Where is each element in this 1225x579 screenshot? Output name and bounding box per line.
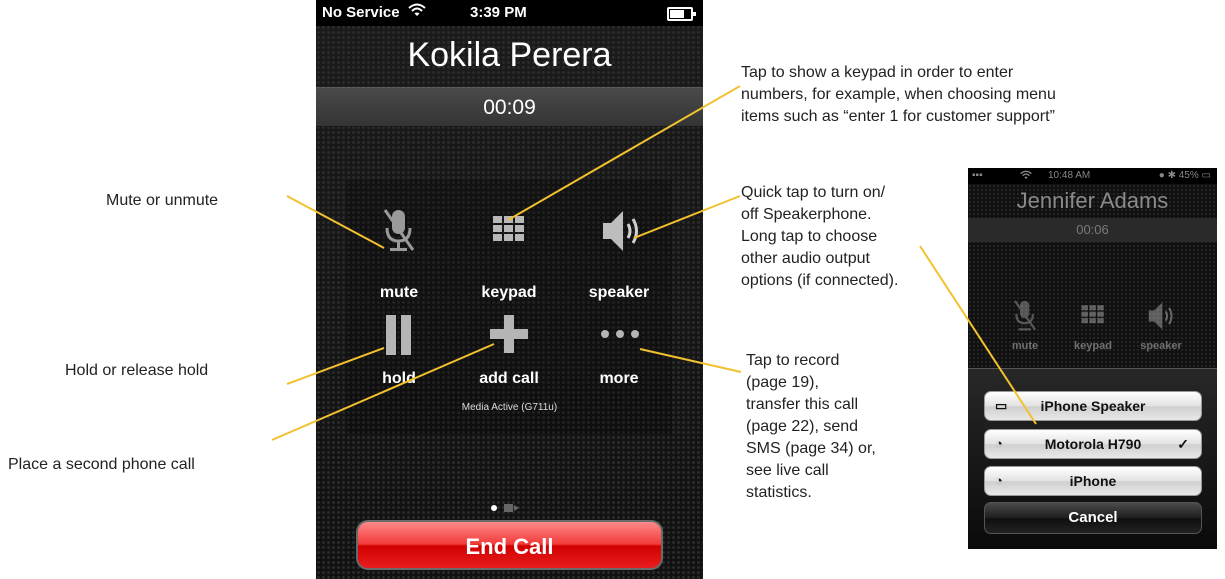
speaker-button[interactable]: speaker	[1126, 298, 1196, 358]
speaker-icon	[1148, 302, 1173, 330]
annotation-add-call: Place a second phone call	[8, 456, 195, 473]
call-timer-bar: 00:09	[316, 87, 703, 127]
hold-label: hold	[382, 370, 416, 387]
keypad-button[interactable]: keypad	[1058, 298, 1128, 358]
audio-option-motorola-h790[interactable]: ◔ Motorola H790 ✓	[984, 429, 1202, 459]
annotation-mute: Mute or unmute	[106, 192, 219, 209]
keypad-label: keypad	[1074, 340, 1112, 352]
mute-label: mute	[379, 284, 419, 301]
media-status: Media Active (G711u)	[461, 402, 558, 413]
annotation-line: Tap to show a keypad in order to enter	[741, 64, 1014, 81]
status-right: ● ✱ 45% ▭	[1159, 170, 1211, 181]
audio-option-iphone[interactable]: ◔ iPhone	[984, 466, 1202, 496]
keypad-icon	[454, 206, 564, 266]
annotation-line: Long tap to choose	[741, 228, 878, 245]
plus-icon	[454, 312, 564, 372]
audio-route-screen: ▪▪▪ 10:48 AM ● ✱ 45% ▭ Jennifer Adams 00…	[968, 168, 1217, 549]
caller-name: Kokila Perera	[407, 36, 612, 74]
mute-label: mute	[1011, 340, 1039, 352]
carrier-label: No Service	[322, 4, 400, 21]
annotation-line: (page 22), send	[746, 418, 859, 435]
speaker-label: speaker	[1140, 340, 1182, 352]
annotation-line: options (if connected).	[741, 272, 899, 289]
speaker-button[interactable]: speaker	[564, 206, 674, 316]
add-call-label: add call	[479, 370, 539, 387]
wifi-icon	[408, 2, 426, 21]
audio-option-iphone-speaker[interactable]: ▭ iPhone Speaker	[984, 391, 1202, 421]
annotation-line: see live call	[746, 462, 829, 479]
wifi-icon	[1020, 169, 1032, 184]
battery-icon: ▭	[1201, 170, 1211, 181]
battery-icon	[667, 7, 696, 21]
page-indicator[interactable]	[316, 502, 703, 514]
annotation-line: (page 19),	[746, 374, 819, 391]
caller-name: Jennifer Adams	[1016, 188, 1169, 213]
annotation-line: numbers, for example, when choosing menu	[741, 86, 1056, 103]
annotation-more: Tap to record (page 19), transfer this c…	[746, 350, 876, 504]
lock-icon: ●	[1158, 170, 1165, 181]
annotation-line: items such as “enter 1 for customer supp…	[741, 108, 1055, 125]
battery-percent: 45%	[1178, 170, 1199, 181]
keypad-label: keypad	[481, 284, 537, 301]
annotation-hold: Hold or release hold	[65, 362, 209, 379]
audio-options-sheet: ▭ iPhone Speaker ◔ Motorola H790 ✓ ◔ iPh…	[968, 368, 1217, 549]
option-label: Motorola H790	[1044, 436, 1142, 452]
call-timer: 00:06	[1076, 222, 1109, 237]
signal-icon: ▪▪▪	[972, 170, 983, 181]
annotation-keypad: Tap to show a keypad in order to enter n…	[741, 62, 1056, 128]
option-label: iPhone Speaker	[1040, 398, 1146, 414]
status-time: 3:39 PM	[470, 4, 527, 21]
mute-button[interactable]: mute	[990, 298, 1060, 358]
mute-button[interactable]: mute	[344, 206, 454, 316]
keypad-icon	[1081, 305, 1104, 324]
status-bar: No Service 3:39 PM	[316, 0, 703, 26]
annotation-line: SMS (page 34) or,	[746, 440, 876, 457]
annotation-line: transfer this call	[746, 396, 859, 413]
mic-muted-icon	[344, 206, 454, 266]
annotation-line: other audio output	[741, 250, 870, 267]
more-label: more	[599, 370, 639, 387]
speaker-label: speaker	[588, 284, 650, 301]
annotation-line: Quick tap to turn on/	[741, 184, 886, 201]
annotation-line: statistics.	[746, 484, 812, 501]
status-bar: ▪▪▪ 10:48 AM ● ✱ 45% ▭	[968, 168, 1217, 184]
page-dot	[491, 505, 497, 511]
keypad-button[interactable]: keypad	[454, 206, 564, 316]
bluetooth-headset-icon: ◔	[995, 436, 1003, 451]
checkmark-icon: ✓	[1177, 436, 1189, 452]
monitor-icon: ▭	[995, 398, 1008, 413]
ellipsis-icon	[564, 312, 674, 372]
end-call-button[interactable]: End Call	[356, 520, 663, 570]
handset-icon: ◔	[995, 473, 1003, 488]
cancel-button[interactable]: Cancel	[984, 502, 1202, 534]
bluetooth-icon: ✱	[1167, 170, 1176, 181]
speaker-icon	[564, 206, 674, 266]
annotation-speaker: Quick tap to turn on/ off Speakerphone. …	[741, 182, 898, 292]
video-page-icon	[504, 504, 519, 512]
status-time: 10:48 AM	[1048, 170, 1091, 181]
annotation-line: off Speakerphone.	[741, 206, 872, 223]
call-timer: 00:09	[483, 96, 536, 119]
pause-icon	[344, 312, 454, 372]
in-call-screen: No Service 3:39 PM Kokila Perera 00:09 m…	[316, 0, 703, 579]
annotation-line: Tap to record	[746, 352, 840, 369]
option-label: iPhone	[1069, 473, 1117, 489]
mic-muted-icon	[1014, 300, 1036, 331]
